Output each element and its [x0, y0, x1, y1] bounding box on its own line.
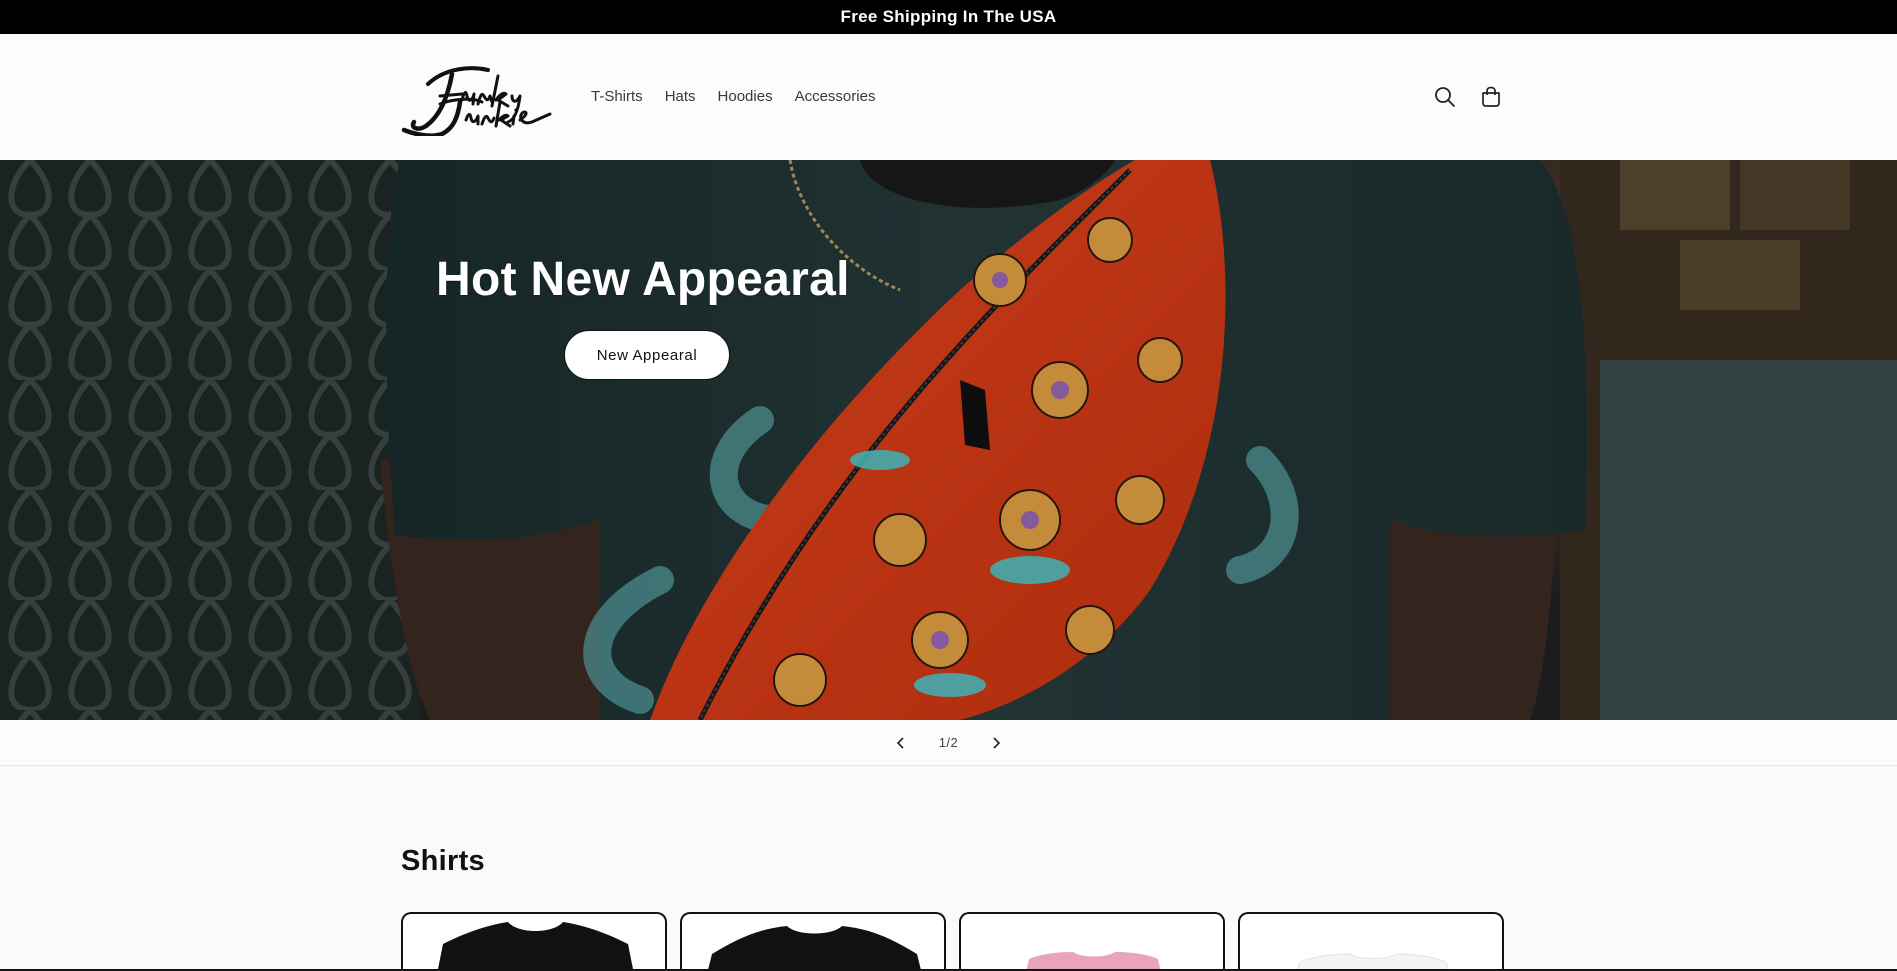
search-button[interactable] — [1432, 84, 1458, 110]
hero-image — [0, 160, 1897, 720]
product-card[interactable] — [1238, 912, 1504, 971]
product-image — [437, 922, 634, 971]
chevron-right-icon — [993, 736, 1001, 749]
cart-icon — [1482, 86, 1500, 107]
hero-banner: Hot New Appearal New Appearal — [0, 160, 1897, 720]
product-image — [1026, 952, 1161, 971]
search-icon — [1435, 87, 1455, 107]
logo[interactable] — [400, 56, 552, 138]
product-card[interactable] — [401, 912, 667, 971]
nav-link-accessories[interactable]: Accessories — [795, 88, 876, 105]
product-card[interactable] — [680, 912, 946, 971]
logo-script — [401, 66, 552, 138]
hero-title: Hot New Appearal — [436, 253, 850, 306]
nav-link-hats[interactable]: Hats — [665, 88, 696, 105]
slideshow-controls: 1/2 — [0, 720, 1897, 766]
slide-counter: 1/2 — [938, 735, 959, 750]
nav-link-hoodies[interactable]: Hoodies — [718, 88, 773, 105]
product-card[interactable] — [959, 912, 1225, 971]
collection-title: Shirts — [401, 845, 485, 877]
header-actions — [1432, 84, 1504, 110]
slide-prev-button[interactable] — [891, 733, 911, 753]
product-grid — [401, 912, 1504, 971]
new-appearal-button[interactable]: New Appearal — [564, 330, 730, 380]
chevron-left-icon — [896, 736, 904, 749]
cart-button[interactable] — [1478, 84, 1504, 110]
main-nav: T-Shirts Hats Hoodies Accessories — [591, 88, 897, 105]
announcement-bar: Free Shipping In The USA — [0, 0, 1897, 34]
slide-next-button[interactable] — [986, 733, 1006, 753]
product-image — [707, 926, 922, 971]
site-header: T-Shirts Hats Hoodies Accessories — [0, 34, 1897, 160]
product-image — [1296, 953, 1450, 971]
nav-link-t-shirts[interactable]: T-Shirts — [591, 88, 643, 105]
announcement-text: Free Shipping In The USA — [840, 7, 1057, 26]
